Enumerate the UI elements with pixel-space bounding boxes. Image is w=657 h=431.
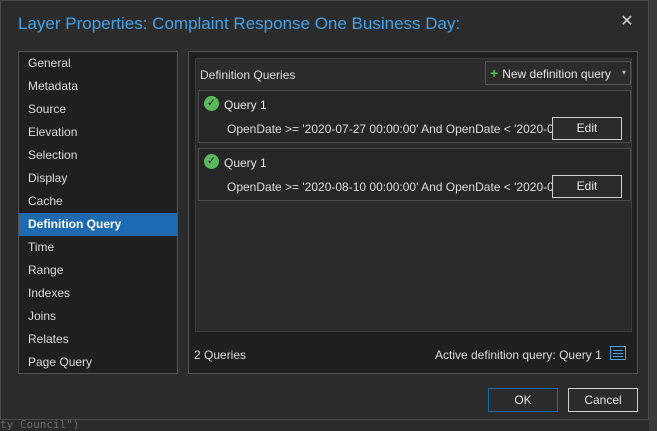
nav-item-relates[interactable]: Relates xyxy=(19,328,177,351)
properties-nav: General Metadata Source Elevation Select… xyxy=(18,51,178,374)
nav-item-definition-query[interactable]: Definition Query xyxy=(19,213,177,236)
nav-item-source[interactable]: Source xyxy=(19,98,177,121)
ok-button[interactable]: OK xyxy=(488,388,558,412)
edit-query-button[interactable]: Edit xyxy=(552,117,622,140)
check-circle-icon: ✓ xyxy=(204,154,219,169)
query-name: Query 1 xyxy=(224,98,267,112)
nav-item-range[interactable]: Range xyxy=(19,259,177,282)
query-card[interactable]: ✓ Query 1 OpenDate >= '2020-08-10 00:00:… xyxy=(198,148,631,201)
title-bar: Layer Properties: Complaint Response One… xyxy=(1,1,648,45)
queries-container: Definition Queries + New definition query… xyxy=(195,58,632,332)
background-edge xyxy=(649,0,657,431)
nav-item-elevation[interactable]: Elevation xyxy=(19,121,177,144)
query-name: Query 1 xyxy=(224,156,267,170)
nav-item-metadata[interactable]: Metadata xyxy=(19,75,177,98)
chevron-down-icon[interactable]: ▾ xyxy=(622,62,626,84)
query-expression: OpenDate >= '2020-07-27 00:00:00' And Op… xyxy=(227,122,557,136)
nav-item-page-query[interactable]: Page Query xyxy=(19,351,177,374)
dialog-title: Layer Properties: Complaint Response One… xyxy=(18,14,461,33)
check-circle-icon: ✓ xyxy=(204,96,219,111)
nav-item-time[interactable]: Time xyxy=(19,236,177,259)
definition-query-panel: Definition Queries + New definition query… xyxy=(188,51,638,374)
query-expression: OpenDate >= '2020-08-10 00:00:00' And Op… xyxy=(227,180,557,194)
nav-item-selection[interactable]: Selection xyxy=(19,144,177,167)
layer-properties-dialog: Layer Properties: Complaint Response One… xyxy=(0,0,649,420)
nav-item-cache[interactable]: Cache xyxy=(19,190,177,213)
query-card[interactable]: ✓ Query 1 OpenDate >= '2020-07-27 00:00:… xyxy=(198,90,631,143)
active-query-list-icon[interactable] xyxy=(610,346,626,360)
active-query-label: Active definition query: Query 1 xyxy=(435,348,602,362)
query-count: 2 Queries xyxy=(194,348,247,362)
plus-icon: + xyxy=(490,65,499,81)
nav-item-indexes[interactable]: Indexes xyxy=(19,282,177,305)
close-icon[interactable]: ✕ xyxy=(618,13,636,31)
cancel-button[interactable]: Cancel xyxy=(568,388,638,412)
section-label: Definition Queries xyxy=(200,68,296,82)
new-definition-query-button[interactable]: + New definition query ▾ xyxy=(485,61,631,85)
new-definition-query-label: New definition query xyxy=(502,67,611,81)
nav-item-general[interactable]: General xyxy=(19,52,177,75)
nav-item-joins[interactable]: Joins xyxy=(19,305,177,328)
edit-query-button[interactable]: Edit xyxy=(552,175,622,198)
nav-item-display[interactable]: Display xyxy=(19,167,177,190)
